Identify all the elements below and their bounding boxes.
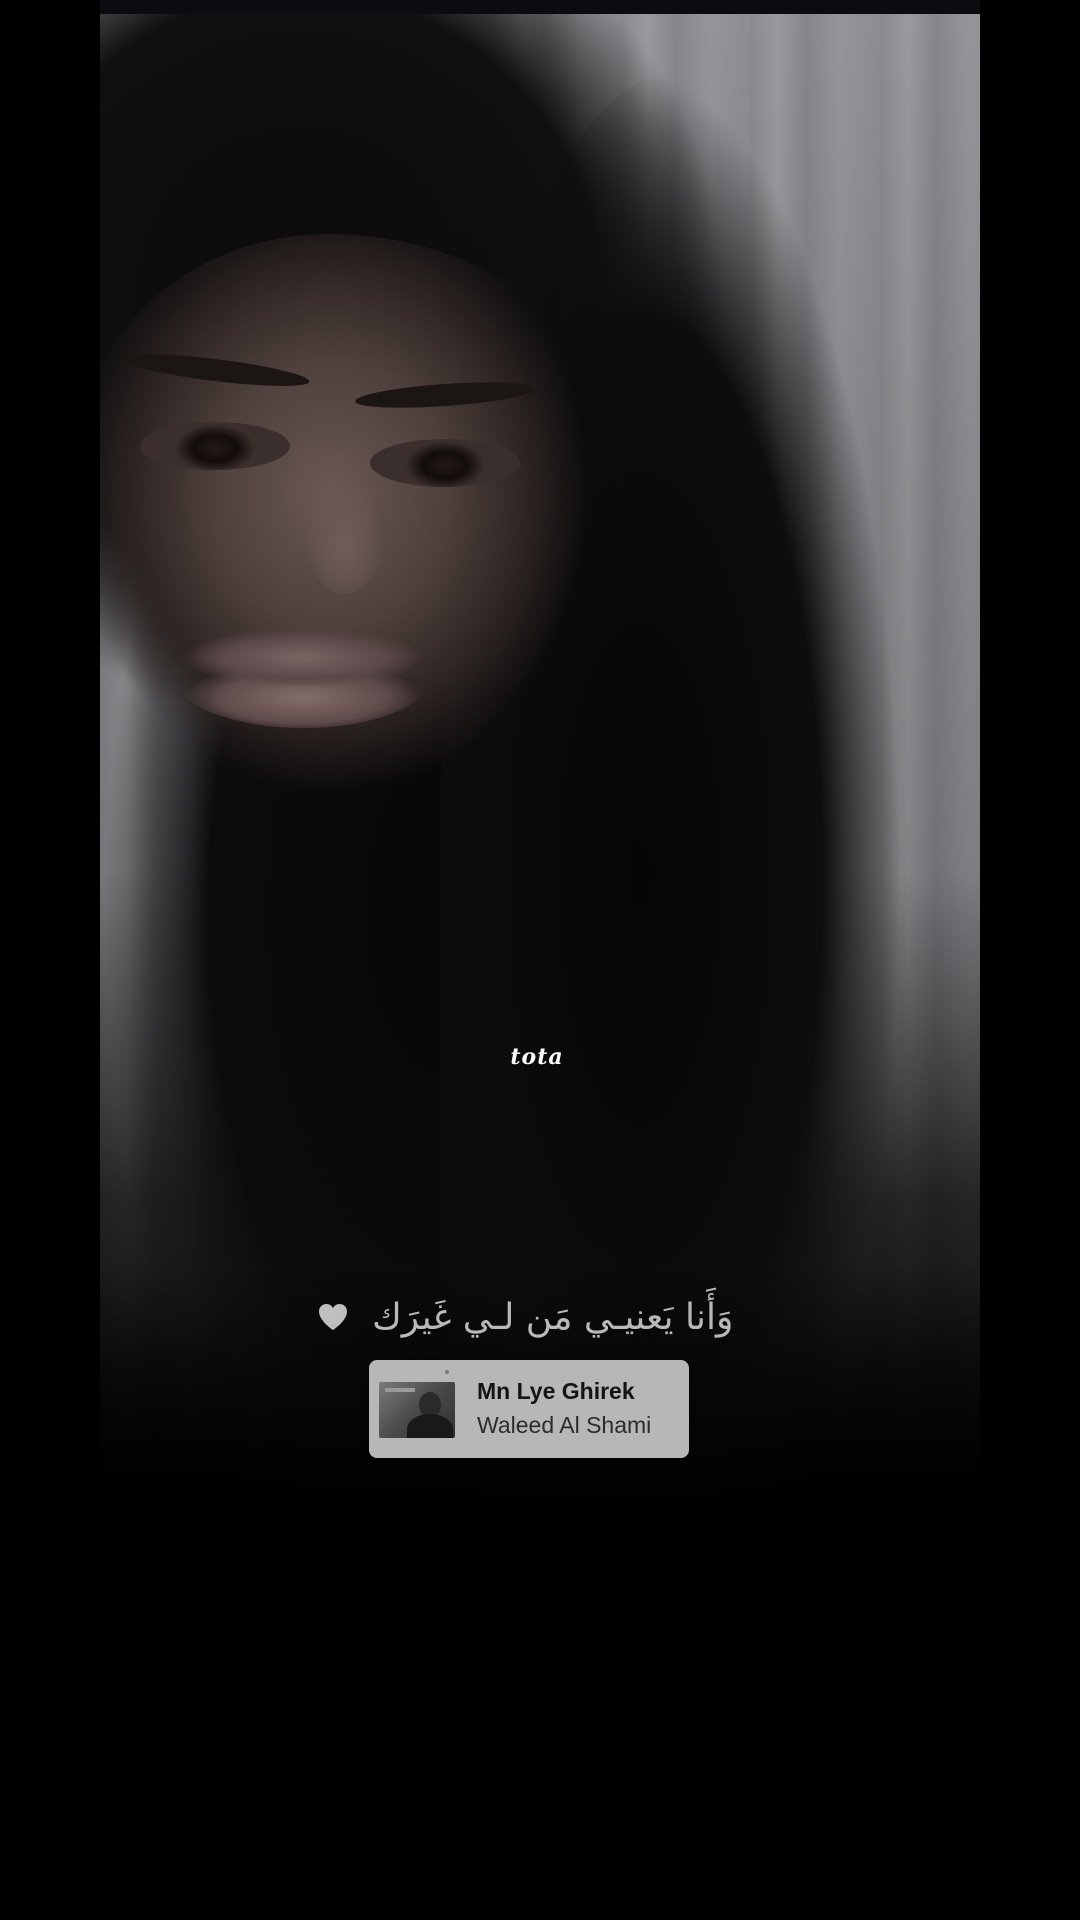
music-sticker[interactable]: Mn Lye Ghirek Waleed Al Shami	[369, 1360, 689, 1458]
album-art	[379, 1382, 455, 1438]
sticker-notch	[445, 1370, 449, 1374]
album-art-figure-body	[407, 1414, 453, 1438]
nose	[300, 434, 390, 594]
lyric-text: وَأَنا يَعنيـي مَن لـي غَيرَك	[372, 1297, 734, 1338]
left-eye	[140, 422, 290, 470]
song-title: Mn Lye Ghirek	[477, 1378, 635, 1404]
story-frame: tota وَأَنا يَعنيـي مَن لـي غَيرَك Mn Ly…	[0, 0, 1080, 1920]
lyric-caption: وَأَنا يَعنيـي مَن لـي غَيرَك	[290, 1292, 760, 1344]
top-bar	[100, 0, 980, 14]
lips	[172, 620, 434, 728]
song-artist: Waleed Al Shami	[477, 1412, 652, 1438]
watermark-text: tota	[510, 1044, 564, 1070]
right-eye	[370, 439, 520, 487]
album-art-caption	[385, 1388, 415, 1392]
heart-icon	[318, 1304, 347, 1330]
background-photo	[100, 14, 980, 1920]
